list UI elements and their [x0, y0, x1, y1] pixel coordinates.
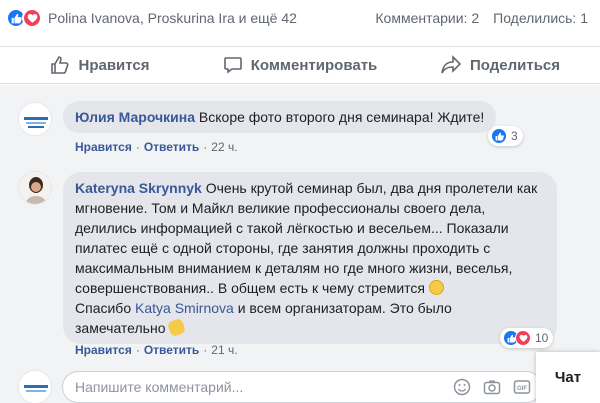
- share-button-label: Поделиться: [469, 56, 561, 74]
- comments-section: Юлия Марочкина Вскоре фото второго дня с…: [0, 85, 600, 403]
- comment-like-link[interactable]: Нравится: [75, 343, 132, 357]
- comment-text: Очень крутой семинар был, два дня пролет…: [75, 180, 538, 296]
- comment-bubble: Юлия Марочкина Вскоре фото второго дня с…: [63, 101, 497, 133]
- share-arrow-icon: [441, 55, 462, 74]
- comment-meta: Нравится · Ответить · 22 ч.: [75, 140, 238, 154]
- reactors-names[interactable]: Polina Ivanova, Proskurina Ira и ещё 42: [48, 10, 297, 26]
- like-button-label: Нравится: [78, 56, 150, 74]
- comments-count[interactable]: Комментарии: 2: [375, 10, 479, 26]
- chat-tab[interactable]: Чат: [536, 352, 600, 403]
- comment-text-end: и всем организаторам. Это было замечател…: [75, 300, 452, 336]
- separator-dot: ·: [135, 343, 140, 357]
- like-button[interactable]: Нравится: [0, 47, 200, 83]
- logo-avatar-icon[interactable]: [18, 102, 52, 136]
- reactions-summary: Polina Ivanova, Proskurina Ira и ещё 42 …: [0, 0, 600, 36]
- mention-link[interactable]: Katya Smirnova: [135, 300, 234, 316]
- comment-time[interactable]: 22 ч.: [211, 140, 237, 154]
- chat-label: Чат: [554, 369, 582, 386]
- user-photo-avatar[interactable]: [18, 171, 52, 205]
- comment-meta: Нравится · Ответить · 21 ч.: [75, 343, 238, 357]
- reactions-number: 3: [511, 129, 518, 143]
- love-reaction-icon: [515, 330, 531, 346]
- post-actions-bar: Нравится Комментировать Поделиться: [0, 46, 600, 84]
- comment-bubble: Kateryna Skrynnyk Очень крутой семинар б…: [63, 172, 557, 344]
- share-button[interactable]: Поделиться: [400, 47, 600, 83]
- thumbs-up-icon: [51, 56, 69, 74]
- like-reaction-icon: [491, 128, 507, 144]
- separator-dot: ·: [203, 140, 208, 154]
- clap-emoji-icon: [167, 317, 187, 338]
- emoji-icon[interactable]: [453, 378, 471, 396]
- gif-icon[interactable]: GIF: [513, 378, 531, 396]
- comment-text: Вскоре фото второго дня семинара! Ждите!: [198, 109, 485, 125]
- comment-composer: Напишите комментарий... GIF: [0, 365, 600, 403]
- separator-dot: ·: [203, 343, 208, 357]
- comment-text-thanks: Спасибо: [75, 300, 132, 316]
- reactions-number: 10: [535, 331, 549, 345]
- comment-time[interactable]: 21 ч.: [211, 343, 237, 357]
- composer-icons: GIF: [441, 378, 531, 396]
- comment-input[interactable]: Напишите комментарий... GIF: [62, 371, 542, 403]
- comment-button-label: Комментировать: [250, 56, 378, 74]
- comment-reactions-count[interactable]: 10: [500, 328, 554, 348]
- comment-reply-link[interactable]: Ответить: [144, 343, 199, 357]
- camera-icon[interactable]: [483, 378, 501, 396]
- separator-dot: ·: [135, 140, 140, 154]
- reaction-icons[interactable]: [6, 8, 42, 28]
- logo-avatar-icon[interactable]: [18, 370, 52, 403]
- love-reaction-icon: [22, 8, 42, 28]
- comment-author[interactable]: Юлия Марочкина: [75, 109, 195, 125]
- comment-bubble-icon: [223, 57, 242, 74]
- svg-text:GIF: GIF: [517, 386, 527, 392]
- comment-button[interactable]: Комментировать: [200, 47, 400, 83]
- comment-reply-link[interactable]: Ответить: [144, 140, 199, 154]
- shares-count[interactable]: Поделились: 1: [493, 10, 588, 26]
- comment-reactions-count[interactable]: 3: [488, 126, 523, 146]
- smile-emoji-icon: [428, 280, 444, 295]
- comment-author[interactable]: Kateryna Skrynnyk: [75, 180, 202, 196]
- comment-like-link[interactable]: Нравится: [75, 140, 132, 154]
- comment-input-placeholder: Напишите комментарий...: [75, 379, 244, 395]
